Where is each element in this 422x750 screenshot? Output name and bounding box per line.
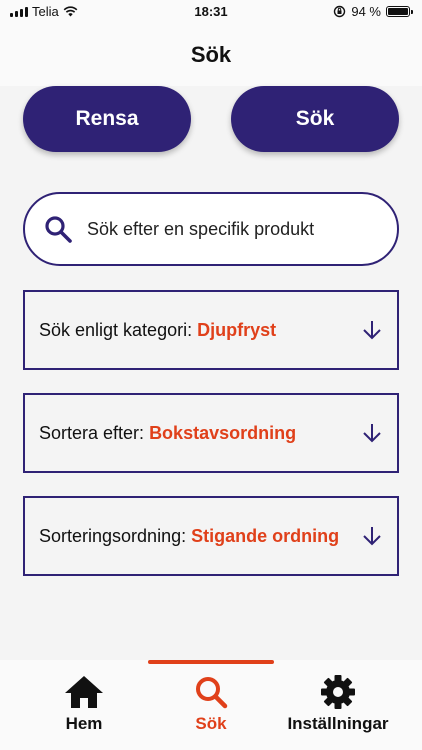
tab-search[interactable]: Sök <box>141 674 281 734</box>
status-right: 94 % <box>333 4 413 19</box>
search-icon <box>43 214 73 244</box>
active-tab-indicator <box>148 660 274 664</box>
sort-order-dropdown[interactable]: Sorteringsordning: Stigande ordning <box>23 496 399 576</box>
arrow-down-icon <box>363 321 381 340</box>
search-input[interactable]: Sök efter en specifik produkt <box>23 192 399 266</box>
dropdown-label: Sök enligt kategori: <box>39 320 193 340</box>
dropdown-text: Sortera efter: Bokstavsordning <box>39 421 349 445</box>
tab-home[interactable]: Hem <box>14 674 154 734</box>
search-placeholder: Sök efter en specifik produkt <box>87 218 315 239</box>
tab-label: Inställningar <box>287 714 389 733</box>
dropdown-value: Bokstavsordning <box>149 423 297 443</box>
battery-percent: 94 % <box>351 4 381 19</box>
sort-by-dropdown[interactable]: Sortera efter: Bokstavsordning <box>23 393 399 473</box>
search-button[interactable]: Sök <box>231 86 399 152</box>
dropdown-value: Djupfryst <box>197 320 277 340</box>
gear-icon <box>321 675 355 709</box>
page-title: Sök <box>190 42 232 67</box>
status-bar: Telia 18:31 94 % <box>0 0 422 24</box>
tab-bar: Hem Sök Inställningar <box>0 660 422 750</box>
home-icon <box>65 676 103 708</box>
clear-button[interactable]: Rensa <box>23 86 191 152</box>
arrow-down-icon <box>363 527 381 546</box>
battery-icon <box>386 6 413 17</box>
dropdown-label: Sortera efter: <box>39 423 145 443</box>
dropdown-label: Sorteringsordning: <box>39 526 187 546</box>
category-dropdown[interactable]: Sök enligt kategori: Djupfryst <box>23 290 399 370</box>
dropdown-text: Sorteringsordning: Stigande ordning <box>39 524 349 548</box>
dropdown-value: Stigande ordning <box>191 526 340 546</box>
nav-header: Sök <box>0 24 422 86</box>
arrow-down-icon <box>363 424 381 443</box>
tab-settings[interactable]: Inställningar <box>268 674 408 734</box>
orientation-lock-icon <box>334 5 346 18</box>
tab-label: Hem <box>65 714 103 733</box>
search-icon <box>196 677 228 709</box>
dropdown-text: Sök enligt kategori: Djupfryst <box>39 318 349 342</box>
tab-label: Sök <box>195 714 227 733</box>
